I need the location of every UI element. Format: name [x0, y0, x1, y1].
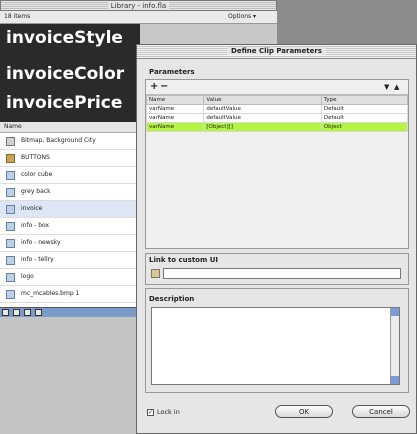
new-folder-icon[interactable] — [13, 309, 20, 316]
list-item[interactable]: invoice — [0, 201, 139, 218]
movie-clip-icon — [6, 255, 15, 265]
parameters-table: Name Value Type varName defaultValue Def… — [145, 95, 409, 132]
list-item[interactable]: logo — [0, 269, 139, 286]
list-item-label: info - newsky — [21, 239, 61, 246]
cell-value[interactable]: defaultValue — [203, 113, 322, 123]
preview-text-price: invoicePrice — [6, 93, 123, 113]
folder-icon[interactable] — [151, 269, 160, 278]
list-item[interactable]: info - tellry — [0, 252, 139, 269]
list-item-label: info - tellry — [21, 256, 54, 263]
cell-value[interactable]: defaultValue — [203, 104, 322, 114]
list-item-label: BUTTONS — [21, 154, 50, 161]
list-item-label: grey back — [21, 188, 51, 195]
lock-in-checkbox[interactable]: ✓ Lock in — [147, 408, 180, 416]
preview-text-color: invoiceColor — [6, 64, 125, 84]
move-up-icon[interactable]: ▲ — [394, 81, 399, 93]
checkbox-icon[interactable]: ✓ — [147, 408, 154, 416]
background-area — [0, 317, 140, 434]
library-toolbar: 18 items Options ▾ — [0, 11, 277, 24]
column-header-name[interactable]: Name — [145, 95, 205, 105]
properties-icon[interactable] — [24, 309, 31, 316]
custom-ui-path-input[interactable] — [163, 268, 401, 279]
description-textarea[interactable] — [151, 307, 400, 385]
library-list: Name Bitmap, Background City BUTTONS col… — [0, 122, 140, 320]
library-preview: invoiceStyle invoiceColor invoicePrice — [0, 24, 140, 122]
parameters-label: Parameters — [149, 68, 195, 76]
list-item[interactable]: mc_mcables.bmp 1 — [0, 286, 139, 303]
movie-clip-icon — [6, 221, 15, 231]
list-item-label: color cube — [21, 171, 53, 178]
folder-icon — [6, 153, 15, 163]
move-down-icon[interactable]: ▼ — [384, 81, 389, 93]
list-item[interactable]: info - newsky — [0, 235, 139, 252]
cell-name[interactable]: varName — [145, 104, 205, 114]
table-row[interactable]: varName defaultValue Default — [145, 104, 409, 114]
list-item-label: Bitmap, Background City — [21, 137, 96, 144]
bitmap-icon — [6, 136, 15, 146]
column-header-type[interactable]: Type — [320, 95, 409, 105]
lock-in-label: Lock in — [157, 408, 180, 416]
movie-clip-icon — [6, 187, 15, 197]
cell-type[interactable]: Default — [320, 113, 409, 123]
add-parameter-button[interactable]: + — [150, 81, 158, 93]
list-item[interactable]: info - box — [0, 218, 139, 235]
cancel-button[interactable]: Cancel — [352, 405, 410, 418]
cell-type[interactable]: Default — [320, 104, 409, 114]
movie-clip-icon — [6, 170, 15, 180]
list-item-label: mc_mcables.bmp 1 — [21, 290, 80, 297]
description-label: Description — [149, 295, 195, 303]
preview-text-style: invoiceStyle — [6, 28, 123, 48]
description-scrollbar[interactable] — [390, 308, 399, 384]
name-column-header[interactable]: Name — [0, 122, 139, 133]
table-row[interactable]: varName defaultValue Default — [145, 113, 409, 123]
dialog-title-bar: Define Clip Parameters — [137, 45, 416, 59]
movie-clip-icon — [6, 272, 15, 282]
scroll-up-icon[interactable] — [391, 308, 399, 316]
column-header-value[interactable]: Value — [203, 95, 322, 105]
library-title-bar: Library - info.fla — [0, 0, 277, 11]
remove-parameter-button[interactable]: − — [160, 81, 168, 93]
list-item-label: logo — [21, 273, 34, 280]
options-menu[interactable]: Options ▾ — [228, 13, 256, 20]
link-custom-ui-label: Link to custom UI — [149, 256, 219, 264]
dialog-title: Define Clip Parameters — [227, 47, 326, 55]
parameters-toolbar: + − ▼ ▲ — [146, 80, 408, 95]
scroll-down-icon[interactable] — [391, 376, 399, 384]
cell-value[interactable]: [Object][] — [203, 122, 322, 132]
background-area — [277, 0, 417, 44]
cell-name[interactable]: varName — [145, 113, 205, 123]
new-symbol-icon[interactable] — [2, 309, 9, 316]
list-item[interactable]: grey back — [0, 184, 139, 201]
list-item-label: invoice — [21, 205, 43, 212]
movie-clip-icon — [6, 238, 15, 248]
cell-name[interactable]: varName — [145, 122, 205, 132]
list-item[interactable]: color cube — [0, 167, 139, 184]
delete-icon[interactable] — [35, 309, 42, 316]
movie-clip-icon — [6, 289, 15, 299]
cell-type[interactable]: Object — [320, 122, 409, 132]
list-item[interactable]: Bitmap, Background City — [0, 133, 139, 150]
list-item[interactable]: BUTTONS — [0, 150, 139, 167]
library-title: Library - info.fla — [107, 2, 170, 10]
parameters-panel: + − ▼ ▲ Name Value Type varName defaultV… — [145, 79, 409, 249]
ok-button[interactable]: OK — [275, 405, 333, 418]
define-clip-parameters-dialog: Define Clip Parameters Parameters + − ▼ … — [136, 44, 417, 434]
item-count: 18 items — [4, 13, 31, 20]
movie-clip-icon — [6, 204, 15, 214]
list-item-label: info - box — [21, 222, 50, 229]
table-row[interactable]: varName [Object][] Object — [145, 122, 409, 132]
